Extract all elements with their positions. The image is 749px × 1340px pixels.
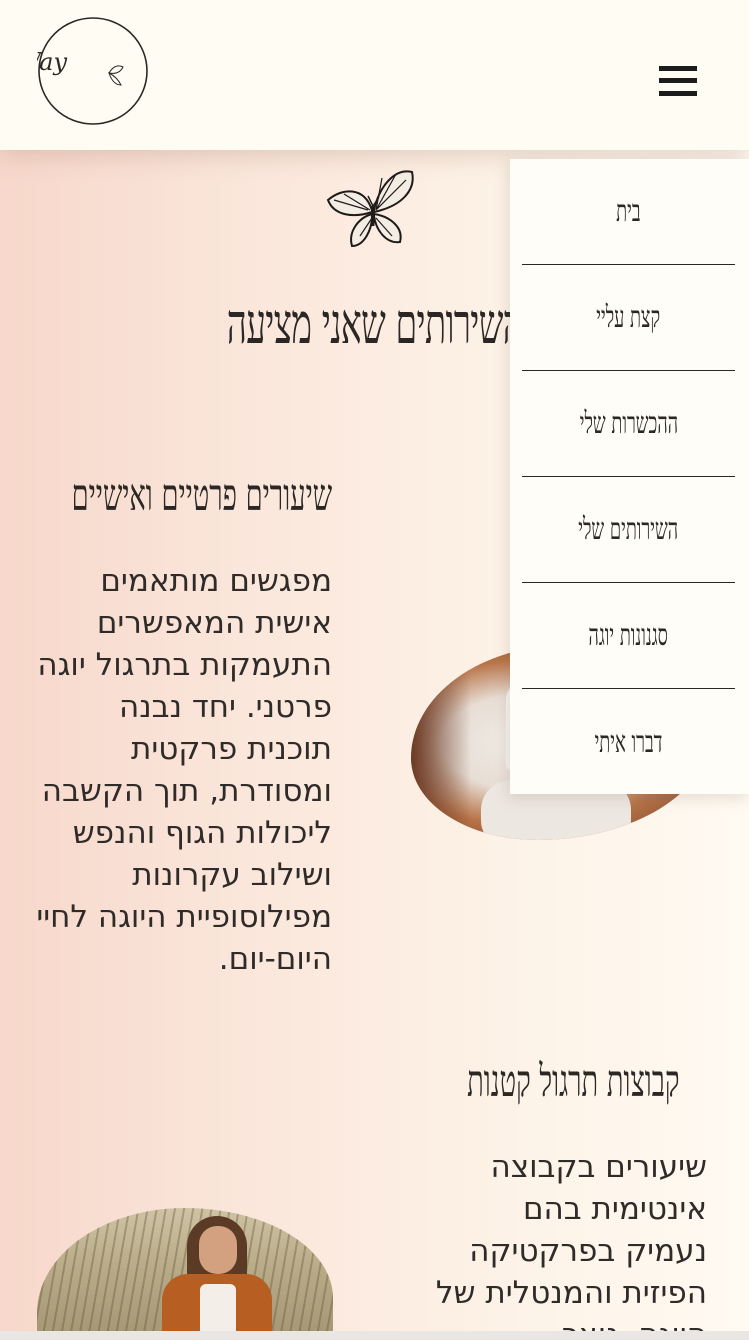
menu-item-label: סגנונות יוגה (588, 618, 669, 653)
menu-item-label: דברו איתי (594, 724, 663, 760)
menu-item-label: השירותים שלי (578, 512, 679, 547)
menu-item-about[interactable]: קצת עליי (522, 265, 735, 371)
logo-text-m: M Way (37, 48, 67, 76)
service-title-groups: קבוצות תרגול קטנות (466, 1056, 679, 1107)
menu-item-home[interactable]: בית (522, 159, 735, 265)
service-photo-groups (37, 1208, 333, 1340)
menu-item-contact[interactable]: דברו איתי (522, 689, 735, 795)
menu-item-label: בית (616, 194, 641, 229)
dropdown-menu: בית קצת עליי ההכשרות שלי השירותים שלי סג… (510, 159, 749, 794)
site-header: M Way (0, 0, 749, 150)
service-title-private: שיעורים פרטיים ואישיים (71, 470, 332, 521)
logo[interactable]: M Way (0, 15, 149, 127)
menu-item-services[interactable]: השירותים שלי (522, 477, 735, 583)
menu-item-yoga-styles[interactable]: סגנונות יוגה (522, 583, 735, 689)
hamburger-menu-icon[interactable] (655, 62, 701, 100)
browser-bottom-bar (0, 1331, 749, 1340)
butterfly-icon (324, 166, 420, 252)
service-text-groups: שיעורים בקבוצה אינטימית בהם נעמיק בפרקטי… (435, 1149, 707, 1340)
service-text-private: מפגשים מותאמים אישית המאפשרים התעמקות בת… (36, 563, 332, 977)
menu-item-label: ההכשרות שלי (579, 406, 678, 441)
menu-item-label: קצת עליי (596, 300, 661, 335)
menu-item-training[interactable]: ההכשרות שלי (522, 371, 735, 477)
